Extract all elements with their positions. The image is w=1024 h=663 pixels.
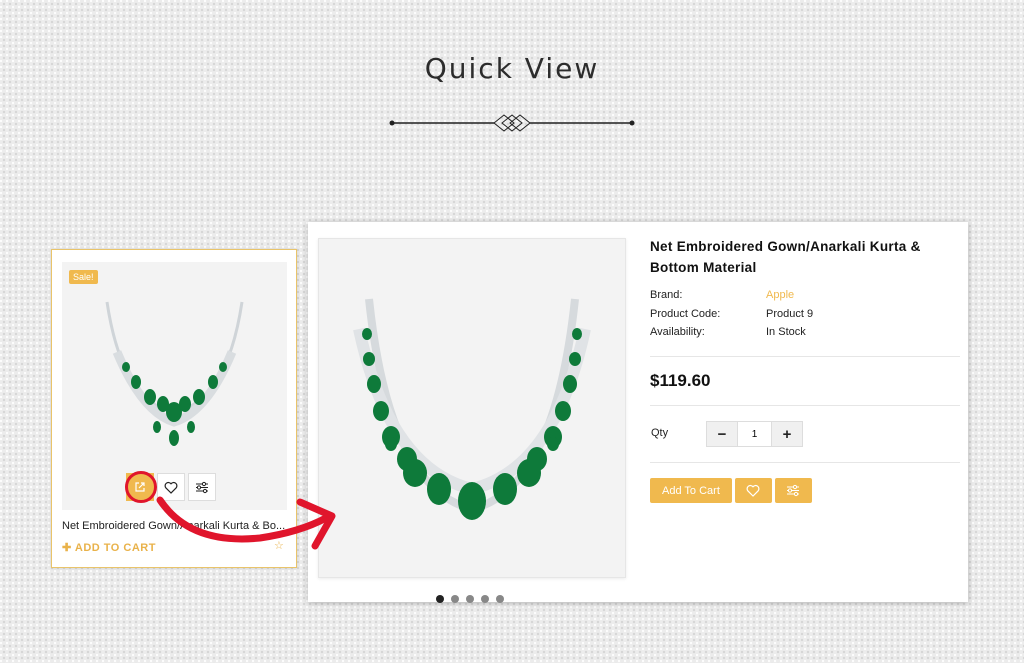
- product-code-value: Product 9: [766, 307, 814, 320]
- add-to-cart-link[interactable]: ✚ ADD TO CART: [62, 541, 156, 554]
- compare-icon: [787, 484, 800, 497]
- availability-value: In Stock: [766, 326, 806, 338]
- sale-badge: Sale!: [69, 270, 98, 284]
- qty-increase-button[interactable]: +: [771, 421, 803, 447]
- quick-view-modal: Net Embroidered Gown/Anarkali Kurta & Bo…: [308, 222, 968, 603]
- carousel-dot[interactable]: [436, 595, 444, 603]
- heart-icon: [746, 484, 760, 497]
- ornament-divider: [389, 114, 635, 132]
- availability-label: Availability:: [650, 326, 705, 338]
- qty-label: Qty: [651, 427, 669, 439]
- product-price: $119.60: [650, 371, 711, 390]
- necklace-image: [105, 301, 244, 446]
- add-to-cart-button[interactable]: Add To Cart: [650, 478, 732, 503]
- plus-icon: ✚: [62, 542, 75, 554]
- product-title: Net Embroidered Gown/Anarkali Kurta & Bo…: [650, 239, 921, 275]
- product-meta: Brand: Apple Product Code: Product 9 Ava…: [650, 286, 813, 342]
- carousel-dot[interactable]: [451, 595, 459, 603]
- add-to-cart-label: ADD TO CART: [74, 542, 156, 554]
- image-carousel-dots: [436, 595, 504, 603]
- brand-label: Brand:: [650, 289, 683, 301]
- carousel-dot[interactable]: [466, 595, 474, 603]
- page-title: Quick View: [424, 52, 600, 85]
- buy-actions: Add To Cart: [650, 478, 812, 503]
- divider: [650, 462, 960, 463]
- wishlist-button[interactable]: [734, 478, 772, 503]
- necklace-image: [353, 298, 591, 520]
- qty-input[interactable]: [738, 421, 771, 447]
- quantity-stepper: − +: [706, 421, 803, 447]
- divider: [650, 405, 960, 406]
- carousel-dot[interactable]: [481, 595, 489, 603]
- brand-link[interactable]: Apple: [766, 286, 794, 305]
- compare-button[interactable]: [774, 478, 812, 503]
- product-code-label: Product Code:: [650, 307, 721, 320]
- qty-decrease-button[interactable]: −: [706, 421, 738, 447]
- product-main-image[interactable]: [318, 238, 626, 578]
- carousel-dot[interactable]: [496, 595, 504, 603]
- divider: [650, 356, 960, 357]
- product-image[interactable]: Sale!: [62, 262, 287, 510]
- red-arrow-icon: [156, 496, 336, 550]
